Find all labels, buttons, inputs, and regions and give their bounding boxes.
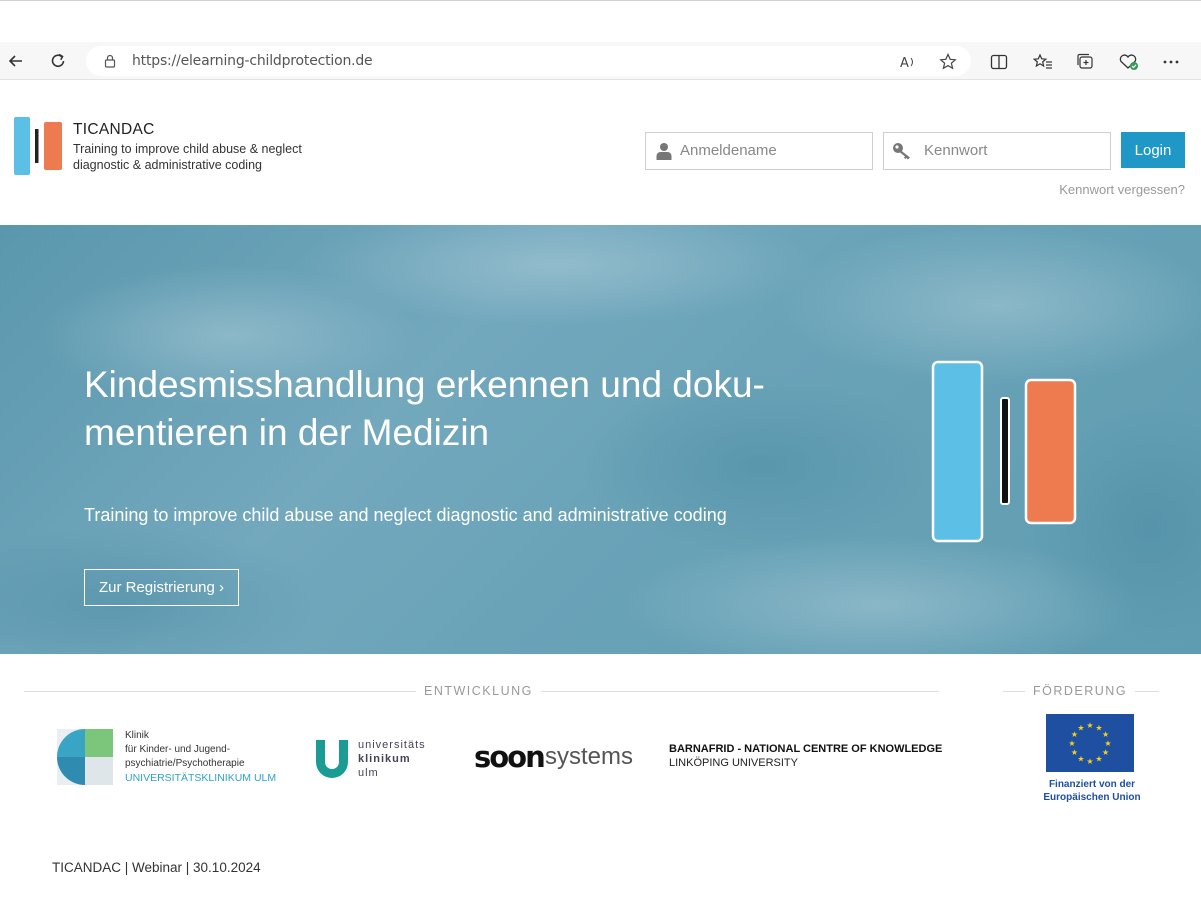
more-icon[interactable] [1160, 51, 1182, 73]
uk-ulm-line3: ulm [358, 767, 379, 779]
eu-flag-icon: ★★★★★★★★★ ★ ★★ [1046, 714, 1134, 772]
site-header: TICANDAC Training to improve child abuse… [0, 80, 1201, 225]
back-icon[interactable] [2, 47, 30, 75]
ulm-clinic-line4: UNIVERSITÄTSKLINIKUM ULM [125, 772, 277, 784]
barnafrid-line2: LINKÖPING UNIVERSITY [669, 757, 798, 769]
brand-subtitle: Training to improve child abuse & neglec… [73, 142, 302, 172]
ticandac-logo-icon[interactable] [14, 117, 62, 177]
ulm-clinic-mark-icon [57, 729, 113, 785]
username-field[interactable]: Anmeldename [645, 132, 873, 170]
ulm-clinic-line2: für Kinder- und Jugend- [125, 744, 231, 755]
reload-icon[interactable] [44, 47, 72, 75]
key-icon [892, 142, 914, 165]
user-icon [655, 142, 673, 165]
eu-text-line2: Europäischen Union [1043, 792, 1141, 803]
browser-essentials-icon[interactable] [1118, 51, 1140, 73]
brand-title: TICANDAC [73, 121, 155, 138]
ulm-clinic-line1: Klinik [125, 730, 149, 741]
password-placeholder: Kennwort [924, 142, 988, 159]
systems-wordmark: systems [545, 743, 634, 770]
eu-star-icon: ★ [1086, 721, 1093, 730]
eu-funding-logo[interactable]: ★ ★ ★ ★ ★ ★ ★ ★ ★ ★ ★ ★ Finanziert von der Europäis… [1039, 714, 1145, 806]
hero-subtitle: Training to improve child abuse and negl… [84, 505, 727, 525]
favorites-icon[interactable] [1032, 51, 1054, 73]
eu-star-icon: ★ [1086, 757, 1093, 766]
url-text[interactable]: https://elearning-childprotection.de [132, 53, 373, 69]
soon-wordmark: soon [474, 740, 546, 774]
eu-star-icon: ★ [1102, 730, 1109, 739]
uk-ulm-logo[interactable]: universitäts klinikum ulm [314, 738, 444, 782]
uk-ulm-mark-icon [316, 740, 348, 778]
ulm-clinic-line3: psychiatrie/Psychotherapie [125, 758, 245, 769]
forgot-password-link[interactable]: Kennwort vergessen? [1059, 182, 1185, 197]
development-label: ENTWICKLUNG [416, 684, 541, 698]
ulm-clinic-text: Klinik für Kinder- und Jugend- psychiatr… [125, 729, 295, 785]
barnafrid-line1: BARNAFRID - NATIONAL CENTRE OF KNOWLEDGE [669, 743, 943, 755]
register-button[interactable]: Zur Registrierung › [84, 569, 239, 606]
browser-toolbar: https://elearning-childprotection.de A [0, 42, 1201, 80]
funding-label: FÖRDERUNG [1025, 684, 1136, 698]
eu-star-icon: ★ [1102, 748, 1109, 757]
barnafrid-logo[interactable]: BARNAFRID - NATIONAL CENTRE OF KNOWLEDGE… [669, 743, 943, 775]
eu-star-icon: ★ [1071, 748, 1078, 757]
hero-title: Kindesmisshandlung erkennen und doku- me… [84, 361, 824, 457]
lock-icon[interactable] [104, 54, 116, 73]
eu-star-icon: ★ [1095, 755, 1102, 764]
collections-icon[interactable] [1074, 51, 1096, 73]
eu-star-icon: ★ [1068, 739, 1075, 748]
window-top-area [0, 0, 1201, 42]
footer-note: TICANDAC | Webinar | 30.10.2024 [52, 860, 261, 875]
read-aloud-icon[interactable]: A [898, 52, 918, 72]
hero-title-line2: mentieren in der Medizin [84, 412, 490, 453]
split-screen-icon[interactable] [988, 51, 1010, 73]
uk-ulm-line1: universitäts [358, 739, 426, 751]
address-bar[interactable]: https://elearning-childprotection.de A [86, 46, 971, 76]
eu-star-icon: ★ [1077, 723, 1084, 732]
username-placeholder: Anmeldename [680, 142, 777, 159]
password-field[interactable]: Kennwort [883, 132, 1111, 170]
hero-title-line1: Kindesmisshandlung erkennen und doku- [84, 364, 765, 405]
favorite-star-icon[interactable] [938, 52, 958, 72]
ulm-clinic-logo[interactable]: Klinik für Kinder- und Jugend- psychiatr… [57, 729, 297, 789]
eu-text-line1: Finanziert von der [1048, 779, 1136, 790]
uk-ulm-line2: klinikum [358, 753, 411, 765]
soon-systems-logo[interactable]: soon systems [474, 740, 639, 776]
eu-star-icon: ★ [1104, 739, 1111, 748]
eu-star-icon: ★ [1077, 755, 1084, 764]
login-button[interactable]: Login [1121, 132, 1185, 168]
ticandac-large-logo-icon [931, 360, 1077, 543]
hero-banner: Kindesmisshandlung erkennen und doku- me… [0, 225, 1201, 654]
svg-text:A: A [900, 56, 909, 70]
